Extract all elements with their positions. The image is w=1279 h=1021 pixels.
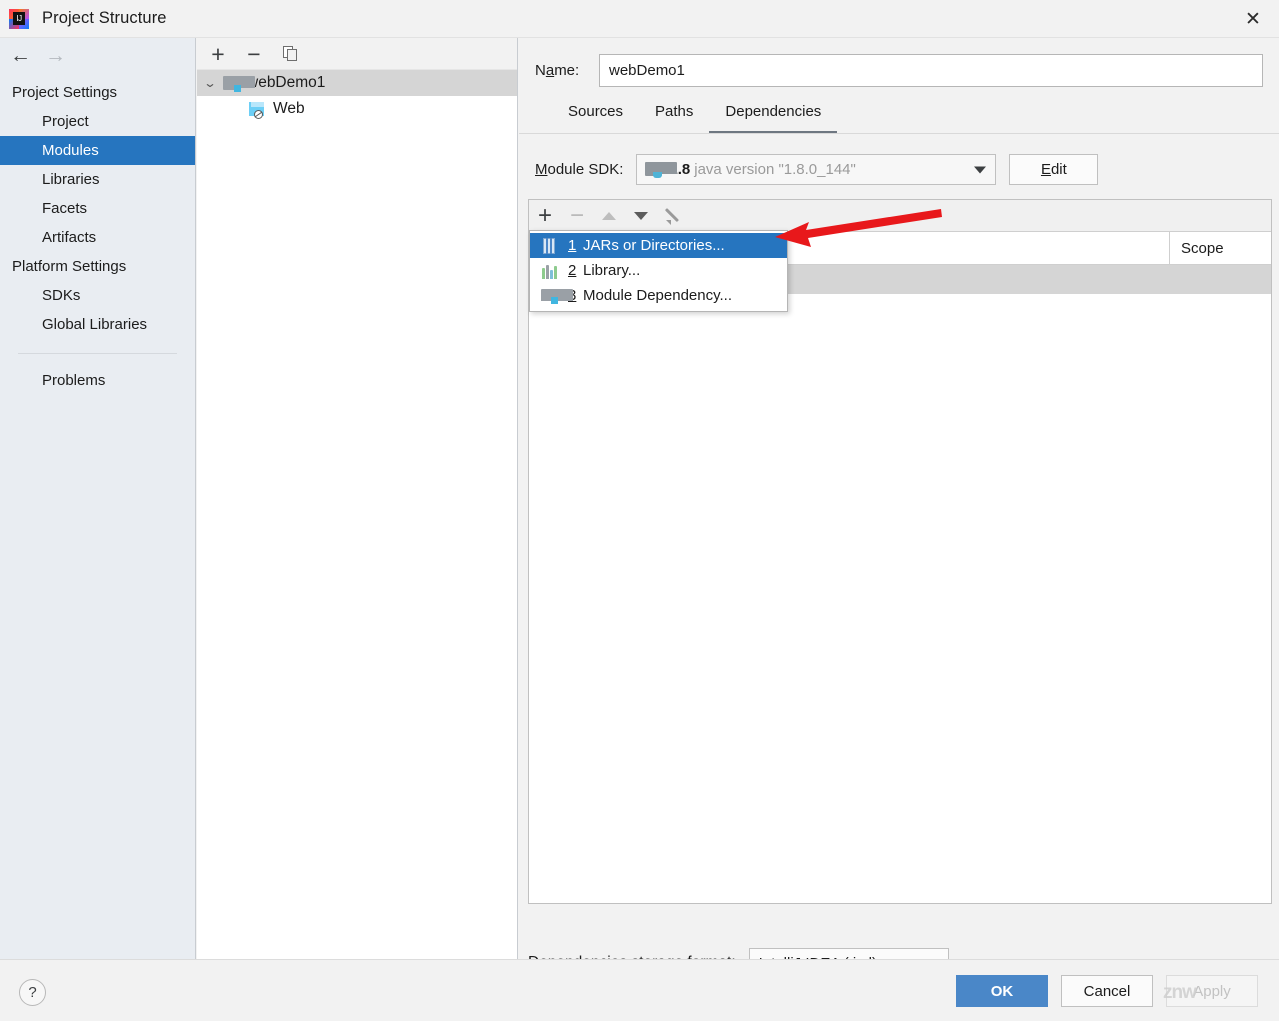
project-structure-dialog: IJ Project Structure ✕ ← → Project Setti… — [0, 0, 1279, 1021]
sidebar-item-sdks[interactable]: SDKs — [0, 281, 195, 310]
menu-item-label: Library... — [583, 262, 641, 279]
sidebar-item-facets[interactable]: Facets — [0, 194, 195, 223]
module-sdk-description: java version "1.8.0_144" — [694, 161, 856, 178]
column-header-scope: Scope — [1181, 239, 1224, 257]
watermark: znw — [1163, 982, 1197, 1003]
sidebar-item-global-libraries[interactable]: Global Libraries — [0, 310, 195, 339]
add-module-icon[interactable]: + — [208, 42, 228, 65]
close-icon[interactable]: ✕ — [1227, 0, 1279, 38]
copy-module-icon[interactable] — [280, 44, 300, 64]
web-facet-icon — [249, 101, 266, 119]
chevron-down-icon[interactable] — [974, 166, 987, 173]
module-name-input[interactable] — [599, 54, 1263, 87]
module-folder-icon — [223, 76, 255, 92]
tab-dependencies[interactable]: Dependencies — [709, 103, 838, 133]
move-up-icon[interactable] — [602, 211, 617, 220]
remove-module-icon[interactable]: − — [244, 42, 264, 65]
sidebar-item-project[interactable]: Project — [0, 107, 195, 136]
module-icon — [541, 288, 573, 304]
help-button[interactable]: ? — [19, 979, 46, 1006]
sidebar-item-artifacts[interactable]: Artifacts — [0, 223, 195, 252]
menu-item-jars-or-directories[interactable]: 1 JARs or Directories... — [530, 233, 787, 258]
module-tree-panel: + − ⌄ webDemo1 Web — [197, 38, 518, 959]
sidebar-group-platform-settings: Platform Settings — [12, 258, 127, 275]
sidebar-item-problems[interactable]: Problems — [0, 366, 195, 395]
sidebar-item-modules[interactable]: Modules — [0, 136, 195, 165]
dialog-buttons: OK Cancel Apply — [956, 975, 1258, 1007]
remove-dependency-icon[interactable]: − — [570, 204, 584, 228]
dependencies-toolbar: + − — [529, 200, 1271, 232]
module-sdk-select[interactable]: 1.8 java version "1.8.0_144" — [636, 154, 997, 185]
menu-item-number: 2 — [568, 262, 577, 279]
add-dependency-icon[interactable]: + — [538, 204, 552, 228]
library-icon — [541, 263, 558, 279]
menu-item-number: 1 — [568, 237, 577, 254]
ok-button[interactable]: OK — [956, 975, 1048, 1007]
sidebar-item-libraries[interactable]: Libraries — [0, 165, 195, 194]
back-arrow-icon[interactable]: ← — [10, 45, 31, 66]
edit-pencil-icon[interactable] — [664, 207, 683, 225]
edit-sdk-button[interactable]: Edit — [1009, 154, 1099, 185]
module-name-row: Name: — [519, 38, 1279, 87]
tab-paths[interactable]: Paths — [639, 103, 709, 133]
cancel-button[interactable]: Cancel — [1061, 975, 1153, 1007]
move-down-icon[interactable] — [634, 211, 649, 220]
page-title: Project Structure — [42, 9, 167, 27]
settings-sidebar: ← → Project Settings Project Modules Lib… — [0, 38, 196, 959]
tree-node-label: Web — [273, 100, 305, 117]
sidebar-nav-list: Project Settings Project Modules Librari… — [0, 78, 195, 395]
menu-item-label: JARs or Directories... — [583, 237, 725, 254]
module-detail-panel: Name: Sources Paths Dependencies Module … — [519, 38, 1279, 978]
tree-node-label: webDemo1 — [247, 74, 326, 91]
module-sdk-label: Module SDK: — [535, 161, 624, 178]
forward-arrow-icon[interactable]: → — [45, 45, 66, 66]
tree-node-webdemo1[interactable]: ⌄ webDemo1 — [197, 70, 517, 96]
add-dependency-context-menu: 1 JARs or Directories... 2 Library... 3 … — [529, 230, 788, 312]
module-tree-toolbar: + − — [197, 38, 517, 70]
sidebar-group-project-settings: Project Settings — [12, 84, 118, 101]
sidebar-nav-arrows: ← → — [0, 38, 195, 72]
intellij-idea-icon: IJ — [9, 8, 29, 29]
menu-item-library[interactable]: 2 Library... — [530, 258, 787, 283]
sidebar-divider — [18, 353, 177, 354]
tree-node-web[interactable]: Web — [197, 96, 517, 122]
module-sdk-row: Module SDK: 1.8 java version "1.8.0_144"… — [519, 134, 1279, 185]
menu-item-module-dependency[interactable]: 3 Module Dependency... — [530, 283, 787, 308]
detail-tabs: Sources Paths Dependencies — [519, 87, 1279, 133]
jar-icon — [541, 237, 558, 254]
title-bar: IJ Project Structure ✕ — [0, 0, 1279, 38]
menu-item-label: Module Dependency... — [583, 287, 732, 304]
jdk-icon — [645, 162, 678, 178]
tab-sources[interactable]: Sources — [552, 103, 639, 133]
module-name-label: Name: — [535, 62, 580, 79]
